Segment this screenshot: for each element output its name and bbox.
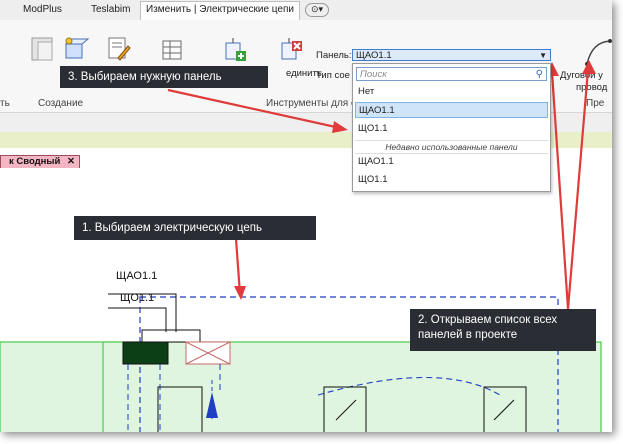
callout-step2: 2. Открываем список всех панелей в проек… (410, 309, 596, 351)
panel-shcha-symbol[interactable] (122, 341, 169, 365)
panel-dropdown-list: Поиск ⚲ Нет ЩАО1.1 ЩО1.1 Недавно использ… (352, 63, 551, 192)
tag-leader-2 (108, 307, 167, 332)
dropdown-search-input[interactable]: Поиск ⚲ (356, 67, 547, 81)
dropdown-recent-header: Недавно использованные панели (355, 140, 548, 154)
search-icon[interactable]: ⚲ (536, 68, 543, 82)
arrow-step2-to-dropdown (550, 71, 570, 310)
tag-panel-1[interactable]: ЩАО1.1 (116, 270, 157, 282)
dropdown-option-shchao[interactable]: ЩАО1.1 (355, 102, 548, 118)
arrow-step2-to-corner (566, 69, 590, 310)
room-left (0, 341, 119, 432)
dropdown-recent-shchao[interactable]: ЩАО1.1 (355, 154, 548, 170)
revit-window: ModPlus Teslabim Изменить | Электрически… (0, 0, 612, 432)
tag-panel-2[interactable]: ЩО1.1 (120, 292, 154, 304)
callout-step2-line2: панелей в проекте (418, 329, 518, 341)
callout-step3: 3. Выбираем нужную панель (60, 66, 268, 88)
callout-step2-line1: 2. Открываем список всех (418, 314, 558, 326)
dropdown-option-none[interactable]: Нет (355, 84, 548, 100)
callout-step1: 1. Выбираем электрическую цепь (74, 216, 316, 240)
panel-outline (141, 329, 201, 343)
search-placeholder: Поиск (360, 69, 387, 80)
dropdown-option-shcho[interactable]: ЩО1.1 (355, 121, 548, 137)
arrow-step1 (234, 238, 242, 295)
arrow-step3 (167, 88, 341, 130)
dropdown-recent-shcho[interactable]: ЩО1.1 (355, 172, 548, 188)
